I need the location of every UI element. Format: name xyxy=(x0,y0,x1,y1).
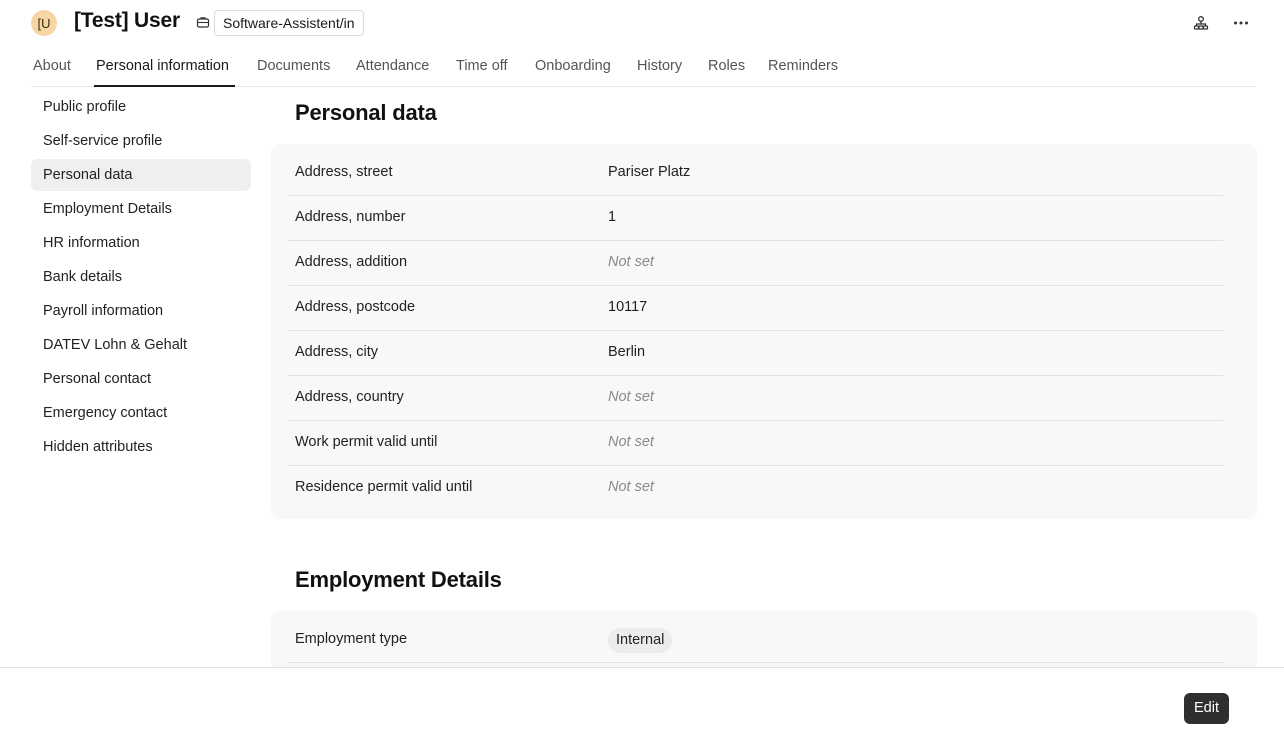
field-row[interactable]: Employment type Internal xyxy=(287,618,1223,663)
tab-attendance[interactable]: Attendance xyxy=(356,58,429,74)
sidebar-item-hr-information[interactable]: HR information xyxy=(31,227,251,259)
field-row[interactable]: Address, number 1 xyxy=(287,196,1223,241)
action-footer: Edit xyxy=(0,667,1284,729)
field-label: Address, addition xyxy=(295,254,408,270)
sidebar-item-emergency-contact[interactable]: Emergency contact xyxy=(31,397,251,429)
field-label: Address, street xyxy=(295,164,393,180)
sidebar-item-employment-details[interactable]: Employment Details xyxy=(31,193,251,225)
tab-personal-information[interactable]: Personal information xyxy=(96,58,229,74)
sidebar-item-public-profile[interactable]: Public profile xyxy=(31,91,251,123)
tab-time-off[interactable]: Time off xyxy=(456,58,508,74)
avatar[interactable]: [U xyxy=(31,10,57,36)
field-row[interactable]: Address, street Pariser Platz xyxy=(287,151,1223,196)
tab-onboarding[interactable]: Onboarding xyxy=(535,58,611,74)
field-value-empty: Not set xyxy=(608,434,654,450)
section-title-personal-data: Personal data xyxy=(295,100,437,125)
field-value: 10117 xyxy=(608,299,648,315)
employment-type-badge: Internal xyxy=(608,628,673,653)
sidebar-item-self-service-profile[interactable]: Self-service profile xyxy=(31,125,251,157)
field-value-empty: Not set xyxy=(608,254,654,270)
field-label: Address, country xyxy=(295,389,404,405)
field-value: 1 xyxy=(608,209,617,225)
field-value-empty: Not set xyxy=(608,479,654,495)
field-label: Address, city xyxy=(295,344,378,360)
field-row[interactable]: Work permit valid until Not set xyxy=(287,421,1223,466)
profile-header: [U [Test] User Software-Assistent/in xyxy=(0,0,1284,46)
org-chart-icon[interactable] xyxy=(1191,13,1211,33)
active-tab-indicator xyxy=(94,85,235,87)
field-row[interactable]: Address, addition Not set xyxy=(287,241,1223,286)
field-label: Employment type xyxy=(295,631,408,647)
edit-button[interactable]: Edit xyxy=(1184,693,1229,724)
page-title: [Test] User xyxy=(74,9,180,32)
tab-documents[interactable]: Documents xyxy=(257,58,330,74)
section-title-employment-details: Employment Details xyxy=(295,567,502,592)
profile-tabs: About Personal information Documents Att… xyxy=(31,50,1256,87)
sidebar-item-payroll-information[interactable]: Payroll information xyxy=(31,295,251,327)
tab-about[interactable]: About xyxy=(33,58,71,74)
field-row[interactable]: Address, postcode 10117 xyxy=(287,286,1223,331)
field-label: Work permit valid until xyxy=(295,434,438,450)
field-label: Residence permit valid until xyxy=(295,479,473,495)
sidebar-item-personal-data[interactable]: Personal data xyxy=(31,159,251,191)
tab-roles[interactable]: Roles xyxy=(708,58,745,74)
field-value: Berlin xyxy=(608,344,646,360)
field-value-empty: Not set xyxy=(608,389,654,405)
field-row[interactable]: Residence permit valid until Not set xyxy=(287,466,1223,511)
sidebar-item-personal-contact[interactable]: Personal contact xyxy=(31,363,251,395)
tab-history[interactable]: History xyxy=(637,58,682,74)
sidebar-item-datev[interactable]: DATEV Lohn & Gehalt xyxy=(31,329,251,361)
tab-reminders[interactable]: Reminders xyxy=(768,58,838,74)
more-icon[interactable] xyxy=(1231,13,1251,33)
field-row[interactable]: Address, country Not set xyxy=(287,376,1223,421)
briefcase-icon xyxy=(196,15,210,29)
position-chip[interactable]: Software-Assistent/in xyxy=(214,10,364,36)
field-row[interactable]: Address, city Berlin xyxy=(287,331,1223,376)
personal-data-card: Address, street Pariser Platz Address, n… xyxy=(271,144,1257,519)
sidebar-item-bank-details[interactable]: Bank details xyxy=(31,261,251,293)
sidebar-item-hidden-attributes[interactable]: Hidden attributes xyxy=(31,431,251,463)
field-label: Address, postcode xyxy=(295,299,416,315)
field-value: Pariser Platz xyxy=(608,164,691,180)
field-label: Address, number xyxy=(295,209,406,225)
